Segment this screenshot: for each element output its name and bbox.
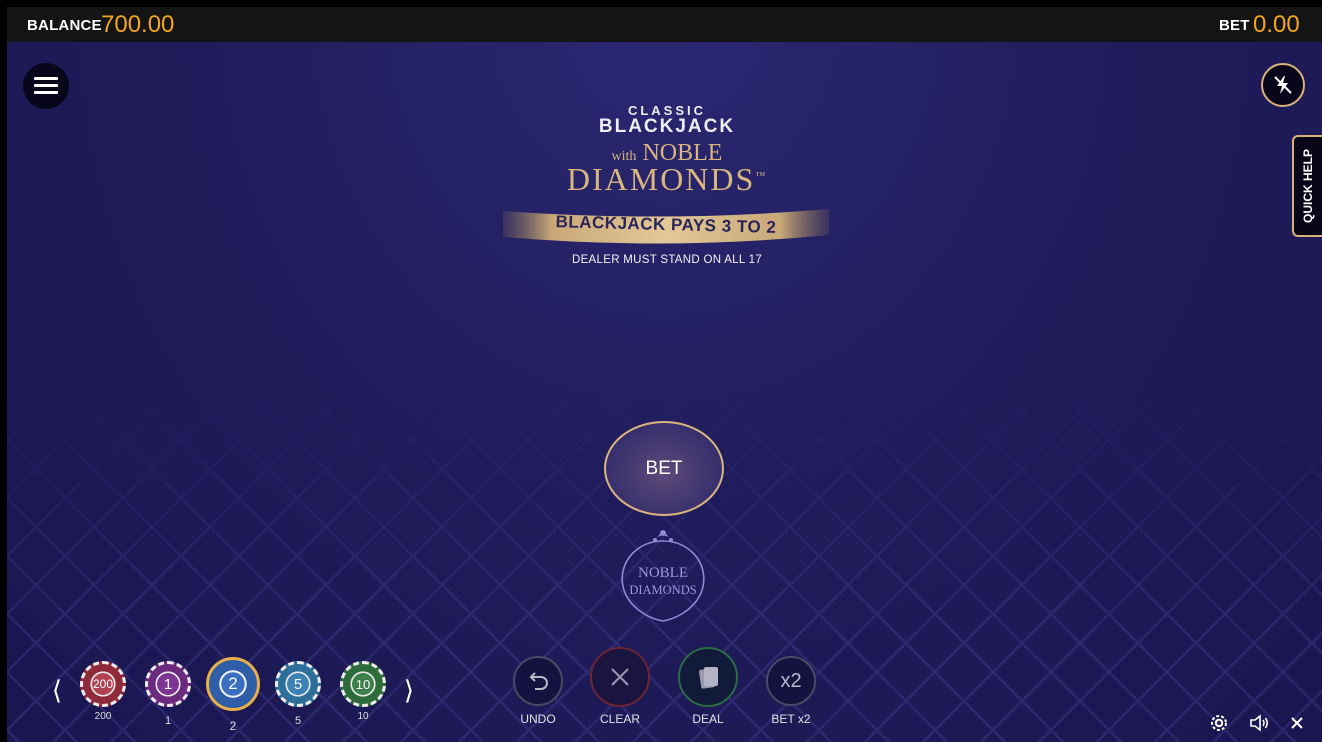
chip-value-label: 1 xyxy=(164,715,172,727)
hamburger-icon xyxy=(34,77,58,95)
side-bet-line1: NOBLE xyxy=(638,565,688,581)
bet-value: 0.00 xyxy=(1253,11,1300,38)
chip-face: 2 xyxy=(206,657,260,711)
chip-value-label: 5 xyxy=(294,715,302,727)
clear-label: CLEAR xyxy=(599,712,640,726)
deal-button[interactable] xyxy=(678,647,738,707)
quick-help-label: QUICK HELP xyxy=(1301,148,1315,224)
chevron-left-icon: ⟨ xyxy=(51,675,63,705)
close-button[interactable] xyxy=(1285,711,1309,735)
double-bet-icon: x2 xyxy=(780,669,802,692)
chip-2-selected[interactable]: 2 xyxy=(206,657,260,711)
undo-label: UNDO xyxy=(520,712,556,726)
top-bar: BALANCE 700.00 BET 0.00 xyxy=(7,7,1322,42)
undo-button[interactable] xyxy=(513,656,563,706)
chip-face: 200 xyxy=(80,661,126,707)
side-bet-line2: DIAMONDS xyxy=(629,583,697,597)
dealer-rule-text: DEALER MUST STAND ON ALL 17 xyxy=(571,254,763,266)
balance-value: 700.00 xyxy=(101,11,175,38)
clear-x-icon xyxy=(611,668,629,686)
chip-200[interactable]: 200 xyxy=(80,661,126,707)
close-icon xyxy=(1291,717,1303,729)
speaker-icon xyxy=(1250,714,1269,732)
gear-icon xyxy=(1211,715,1227,731)
settings-button[interactable] xyxy=(1207,711,1231,735)
chip-face: 10 xyxy=(340,661,386,707)
chip-1[interactable]: 1 xyxy=(145,661,191,707)
chip-face: 1 xyxy=(145,661,191,707)
clear-button[interactable] xyxy=(590,647,650,707)
chevron-right-icon: ⟩ xyxy=(403,675,415,705)
sound-button[interactable] xyxy=(1247,711,1271,735)
game-table: BALANCE 700.00 BET 0.00 QUICK HELP CLASS… xyxy=(7,7,1322,742)
logo-blackjack: BLACKJACK xyxy=(598,116,736,137)
chip-scroll-right[interactable]: ⟩ xyxy=(399,675,419,706)
bet-spot-label: BET xyxy=(645,457,683,479)
payout-banner: BLACKJACK PAYS 3 TO 2 xyxy=(503,205,829,247)
trademark: ™ xyxy=(755,170,768,182)
chip-value-label: 10 xyxy=(357,711,369,722)
lightning-off-icon xyxy=(1274,76,1292,94)
chip-value-label: 2 xyxy=(229,719,237,733)
chip-5[interactable]: 5 xyxy=(275,661,321,707)
side-bet-spot[interactable]: NOBLE DIAMONDS xyxy=(611,525,715,625)
quick-help-tab[interactable]: QUICK HELP xyxy=(1292,135,1322,237)
balance-label: BALANCE xyxy=(27,17,102,34)
chip-face: 5 xyxy=(275,661,321,707)
chip-scroll-left[interactable]: ⟨ xyxy=(47,675,67,706)
menu-button[interactable] xyxy=(23,63,69,109)
undo-icon xyxy=(529,672,548,690)
double-bet-button[interactable]: x2 xyxy=(766,656,816,706)
deal-label: DEAL xyxy=(692,712,724,726)
chip-value-label: 200 xyxy=(94,711,112,722)
bet-spot[interactable]: BET xyxy=(604,421,724,516)
bet-label: BET xyxy=(1219,17,1250,34)
chip-10[interactable]: 10 xyxy=(340,661,386,707)
cards-icon xyxy=(699,667,718,689)
logo-diamonds: DIAMONDS™ xyxy=(566,161,768,197)
double-bet-label: BET x2 xyxy=(771,712,811,726)
turbo-button[interactable] xyxy=(1261,63,1305,107)
